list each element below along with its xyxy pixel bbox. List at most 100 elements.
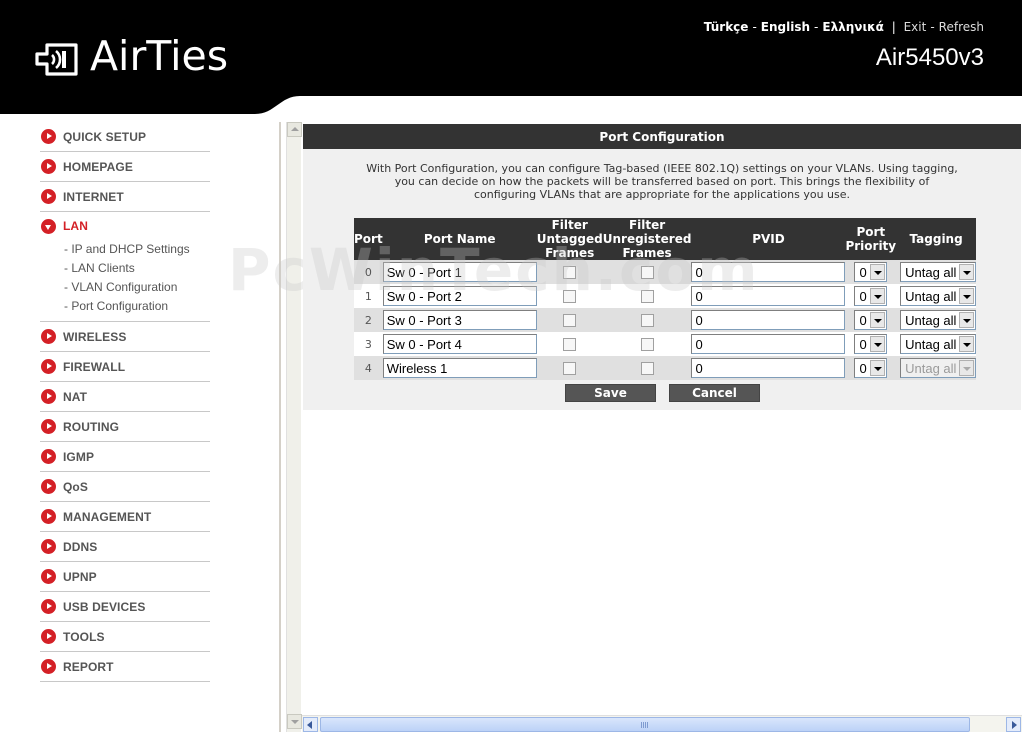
column-header-filter-unregistered: Filter Unregistered Frames	[602, 218, 692, 260]
sidebar-item-label: QUICK SETUP	[63, 129, 147, 144]
subnav-item-ip-dhcp-settings[interactable]: - IP and DHCP Settings	[64, 240, 210, 259]
sidebar-item-qos[interactable]: QoS	[40, 472, 210, 502]
refresh-link[interactable]: Refresh	[939, 20, 984, 34]
sidebar-item-label: LAN	[63, 219, 88, 233]
pvid-input[interactable]	[691, 262, 846, 282]
tagging-select[interactable]: Untag all	[900, 310, 977, 330]
filter-untagged-checkbox[interactable]	[563, 313, 577, 327]
header-line: Port	[856, 225, 886, 239]
language-greek-link[interactable]: Ελληνικά	[822, 20, 884, 34]
tagging-select[interactable]: Untag all	[900, 334, 977, 354]
subnav-item-lan-clients[interactable]: - LAN Clients	[64, 259, 210, 278]
arrow-down-bullet-icon	[41, 218, 56, 234]
horizontal-scrollbar[interactable]	[302, 715, 1022, 732]
table-row: 4 0 Untag all	[354, 356, 977, 380]
scroll-up-icon[interactable]	[287, 122, 302, 137]
pvid-input[interactable]	[691, 286, 846, 306]
sidebar-item-label: INTERNET	[63, 189, 124, 204]
select-value: 0	[859, 265, 867, 280]
sidebar-item-report[interactable]: REPORT	[40, 652, 210, 682]
filter-unregistered-checkbox[interactable]	[640, 361, 654, 375]
page-title: Port Configuration	[303, 124, 1021, 149]
sidebar-item-igmp[interactable]: IGMP	[40, 442, 210, 472]
scroll-left-icon[interactable]	[303, 717, 318, 732]
sidebar-item-usb-devices[interactable]: USB DEVICES	[40, 592, 210, 622]
pvid-input[interactable]	[691, 310, 846, 330]
arrow-bullet-icon	[41, 569, 56, 584]
sidebar-item-nat[interactable]: NAT	[40, 382, 210, 412]
port-priority-select[interactable]: 0	[854, 334, 888, 354]
vertical-scrollbar[interactable]	[286, 122, 302, 732]
port-name-input[interactable]	[382, 286, 537, 306]
sidebar-nav: QUICK SETUP HOMEPAGE INTERNET LAN - IP a…	[40, 122, 210, 682]
subnav-item-vlan-configuration[interactable]: - VLAN Configuration	[64, 278, 210, 297]
filter-untagged-checkbox[interactable]	[563, 289, 577, 303]
port-priority-select[interactable]: 0	[854, 262, 888, 282]
chevron-down-icon	[959, 288, 975, 304]
filter-unregistered-checkbox[interactable]	[640, 313, 654, 327]
tagging-select[interactable]: Untag all	[900, 262, 977, 282]
port-name-input[interactable]	[382, 334, 537, 354]
filter-untagged-checkbox[interactable]	[563, 265, 577, 279]
select-value: Untag all	[905, 289, 957, 304]
sidebar-item-lan[interactable]: LAN	[40, 212, 210, 240]
sidebar-item-homepage[interactable]: HOMEPAGE	[40, 152, 210, 182]
select-value: 0	[859, 361, 867, 376]
header-line: Untagged	[536, 232, 603, 246]
table-row: 2 0 Untag all	[354, 308, 977, 332]
select-value: Untag all	[905, 265, 957, 280]
exit-link[interactable]: Exit	[904, 20, 927, 34]
sidebar-item-label: NAT	[63, 389, 88, 404]
sidebar-item-internet[interactable]: INTERNET	[40, 182, 210, 212]
table-row: 0 0 Untag all	[354, 260, 977, 284]
cancel-button[interactable]: Cancel	[669, 384, 760, 402]
filter-untagged-checkbox[interactable]	[563, 337, 577, 351]
port-priority-select[interactable]: 0	[854, 310, 888, 330]
airties-logo[interactable]: AirTies	[34, 34, 228, 78]
device-model: Air5450v3	[875, 44, 984, 71]
sidebar-item-label: USB DEVICES	[63, 599, 146, 614]
save-button[interactable]: Save	[565, 384, 656, 402]
arrow-bullet-icon	[41, 659, 56, 674]
sidebar-item-management[interactable]: MANAGEMENT	[40, 502, 210, 532]
filter-untagged-checkbox[interactable]	[563, 361, 577, 375]
port-name-input[interactable]	[382, 310, 537, 330]
port-number: 1	[354, 284, 383, 308]
sidebar-item-upnp[interactable]: UPNP	[40, 562, 210, 592]
arrow-bullet-icon	[41, 359, 56, 374]
sidebar-item-tools[interactable]: TOOLS	[40, 622, 210, 652]
sidebar-item-ddns[interactable]: DDNS	[40, 532, 210, 562]
sidebar-item-wireless[interactable]: WIRELESS	[40, 322, 210, 352]
port-name-input[interactable]	[382, 358, 537, 378]
arrow-bullet-icon	[41, 629, 56, 644]
sidebar-item-label: ROUTING	[63, 419, 120, 434]
filter-unregistered-checkbox[interactable]	[640, 265, 654, 279]
sidebar-item-label: TOOLS	[63, 629, 105, 644]
scroll-right-icon[interactable]	[1006, 717, 1021, 732]
arrow-bullet-icon	[41, 539, 56, 554]
port-priority-select[interactable]: 0	[854, 358, 888, 378]
chevron-down-icon	[870, 312, 886, 328]
tagging-select[interactable]: Untag all	[900, 286, 977, 306]
filter-unregistered-checkbox[interactable]	[640, 289, 654, 303]
sidebar-item-quick-setup[interactable]: QUICK SETUP	[40, 122, 210, 152]
arrow-bullet-icon	[41, 509, 56, 524]
filter-unregistered-checkbox[interactable]	[640, 337, 654, 351]
language-turkish-link[interactable]: Türkçe	[704, 20, 749, 34]
scrollbar-thumb[interactable]	[320, 717, 970, 732]
sidebar-item-routing[interactable]: ROUTING	[40, 412, 210, 442]
arrow-bullet-icon	[41, 329, 56, 344]
port-priority-select[interactable]: 0	[854, 286, 888, 306]
sidebar-item-label: REPORT	[63, 659, 114, 674]
subnav-item-port-configuration[interactable]: - Port Configuration	[64, 297, 210, 316]
chevron-down-icon	[870, 360, 886, 376]
pvid-input[interactable]	[691, 358, 846, 378]
language-english-link[interactable]: English	[761, 20, 810, 34]
subnav-item-label: VLAN Configuration	[71, 280, 178, 294]
scroll-down-icon[interactable]	[287, 714, 302, 729]
sidebar-item-firewall[interactable]: FIREWALL	[40, 352, 210, 382]
tagging-select-disabled: Untag all	[900, 358, 977, 378]
port-name-input[interactable]	[382, 262, 537, 282]
pvid-input[interactable]	[691, 334, 846, 354]
arrow-bullet-icon	[41, 479, 56, 494]
